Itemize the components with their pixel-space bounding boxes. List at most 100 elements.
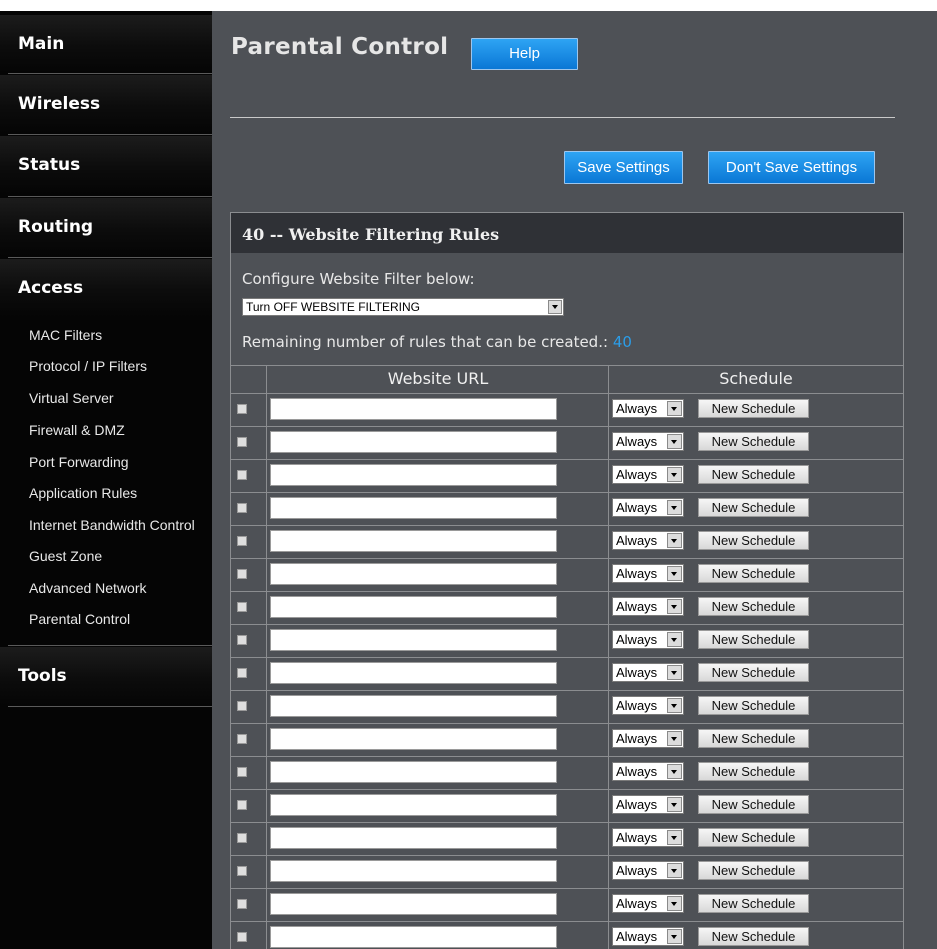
schedule-select[interactable]: Always bbox=[612, 399, 684, 418]
website-url-input[interactable] bbox=[270, 431, 557, 453]
sidebar-section-main[interactable]: Main bbox=[0, 15, 212, 73]
schedule-select-value: Always bbox=[616, 929, 658, 944]
website-url-input[interactable] bbox=[270, 794, 557, 816]
new-schedule-button[interactable]: New Schedule bbox=[698, 465, 809, 484]
new-schedule-button[interactable]: New Schedule bbox=[698, 828, 809, 847]
chevron-down-icon bbox=[667, 863, 682, 878]
website-url-input[interactable] bbox=[270, 827, 557, 849]
sidebar-item-protocol-ip-filters[interactable]: Protocol / IP Filters bbox=[29, 358, 147, 374]
rule-enable-checkbox[interactable] bbox=[237, 866, 247, 876]
sidebar-item-internet-bandwidth-control[interactable]: Internet Bandwidth Control bbox=[29, 517, 195, 533]
schedule-select[interactable]: Always bbox=[612, 465, 684, 484]
website-url-input[interactable] bbox=[270, 629, 557, 651]
schedule-select[interactable]: Always bbox=[612, 564, 684, 583]
rule-enable-checkbox[interactable] bbox=[237, 833, 247, 843]
website-url-input[interactable] bbox=[270, 596, 557, 618]
chevron-down-icon bbox=[667, 830, 682, 845]
sidebar-section-tools[interactable]: Tools bbox=[0, 647, 212, 705]
schedule-select[interactable]: Always bbox=[612, 795, 684, 814]
website-filter-select[interactable]: Turn OFF WEBSITE FILTERING bbox=[242, 298, 564, 316]
rule-enable-checkbox[interactable] bbox=[237, 602, 247, 612]
sidebar-item-firewall-dmz[interactable]: Firewall & DMZ bbox=[29, 422, 125, 438]
new-schedule-button[interactable]: New Schedule bbox=[698, 663, 809, 682]
website-url-input[interactable] bbox=[270, 464, 557, 486]
rule-enable-checkbox[interactable] bbox=[237, 503, 247, 513]
website-url-input[interactable] bbox=[270, 893, 557, 915]
sidebar-section-wireless[interactable]: Wireless bbox=[0, 75, 212, 133]
sidebar-item-parental-control[interactable]: Parental Control bbox=[29, 611, 130, 627]
new-schedule-button[interactable]: New Schedule bbox=[698, 861, 809, 880]
sidebar-item-virtual-server[interactable]: Virtual Server bbox=[29, 390, 114, 406]
schedule-select[interactable]: Always bbox=[612, 597, 684, 616]
website-url-input[interactable] bbox=[270, 926, 557, 948]
rule-enable-checkbox[interactable] bbox=[237, 767, 247, 777]
new-schedule-button[interactable]: New Schedule bbox=[698, 894, 809, 913]
schedule-select[interactable]: Always bbox=[612, 696, 684, 715]
schedule-select[interactable]: Always bbox=[612, 663, 684, 682]
rule-enable-checkbox[interactable] bbox=[237, 635, 247, 645]
new-schedule-button[interactable]: New Schedule bbox=[698, 696, 809, 715]
schedule-select[interactable]: Always bbox=[612, 630, 684, 649]
website-url-input[interactable] bbox=[270, 563, 557, 585]
rule-enable-checkbox[interactable] bbox=[237, 569, 247, 579]
rule-enable-checkbox[interactable] bbox=[237, 536, 247, 546]
rule-row: Always New Schedule bbox=[231, 855, 903, 888]
chevron-down-icon bbox=[667, 896, 682, 911]
new-schedule-button[interactable]: New Schedule bbox=[698, 531, 809, 550]
rule-enable-checkbox[interactable] bbox=[237, 800, 247, 810]
new-schedule-button[interactable]: New Schedule bbox=[698, 597, 809, 616]
website-url-input[interactable] bbox=[270, 860, 557, 882]
rule-enable-checkbox[interactable] bbox=[237, 404, 247, 414]
schedule-select[interactable]: Always bbox=[612, 762, 684, 781]
website-url-input[interactable] bbox=[270, 497, 557, 519]
sidebar-item-application-rules[interactable]: Application Rules bbox=[29, 485, 137, 501]
rule-row: Always New Schedule bbox=[231, 657, 903, 690]
rule-enable-checkbox[interactable] bbox=[237, 668, 247, 678]
schedule-select[interactable]: Always bbox=[612, 927, 684, 946]
new-schedule-button[interactable]: New Schedule bbox=[698, 795, 809, 814]
sidebar-divider bbox=[8, 645, 212, 646]
rule-enable-checkbox[interactable] bbox=[237, 470, 247, 480]
new-schedule-button[interactable]: New Schedule bbox=[698, 729, 809, 748]
schedule-select[interactable]: Always bbox=[612, 894, 684, 913]
schedule-select[interactable]: Always bbox=[612, 531, 684, 550]
new-schedule-button[interactable]: New Schedule bbox=[698, 432, 809, 451]
sidebar-item-port-forwarding[interactable]: Port Forwarding bbox=[29, 454, 129, 470]
sidebar-item-advanced-network[interactable]: Advanced Network bbox=[29, 580, 147, 596]
sidebar-section-status[interactable]: Status bbox=[0, 136, 212, 194]
sidebar-item-mac-filters[interactable]: MAC Filters bbox=[29, 327, 102, 343]
sidebar-section-routing[interactable]: Routing bbox=[0, 198, 212, 256]
new-schedule-button[interactable]: New Schedule bbox=[698, 927, 809, 946]
website-filter-value: Turn OFF WEBSITE FILTERING bbox=[246, 300, 421, 314]
chevron-down-icon bbox=[667, 665, 682, 680]
rule-row: Always New Schedule bbox=[231, 723, 903, 756]
save-settings-button[interactable]: Save Settings bbox=[564, 151, 683, 184]
new-schedule-button[interactable]: New Schedule bbox=[698, 564, 809, 583]
website-url-input[interactable] bbox=[270, 398, 557, 420]
schedule-select[interactable]: Always bbox=[612, 861, 684, 880]
new-schedule-button[interactable]: New Schedule bbox=[698, 630, 809, 649]
panel-header: 40 -- Website Filtering Rules bbox=[231, 213, 903, 253]
website-url-input[interactable] bbox=[270, 695, 557, 717]
schedule-select[interactable]: Always bbox=[612, 432, 684, 451]
new-schedule-button[interactable]: New Schedule bbox=[698, 498, 809, 517]
new-schedule-button[interactable]: New Schedule bbox=[698, 762, 809, 781]
rule-enable-checkbox[interactable] bbox=[237, 437, 247, 447]
website-url-input[interactable] bbox=[270, 530, 557, 552]
schedule-select[interactable]: Always bbox=[612, 828, 684, 847]
website-url-input[interactable] bbox=[270, 662, 557, 684]
rule-enable-checkbox[interactable] bbox=[237, 701, 247, 711]
rule-enable-checkbox[interactable] bbox=[237, 932, 247, 942]
chevron-down-icon bbox=[667, 566, 682, 581]
sidebar-item-guest-zone[interactable]: Guest Zone bbox=[29, 548, 102, 564]
schedule-select[interactable]: Always bbox=[612, 498, 684, 517]
rule-enable-checkbox[interactable] bbox=[237, 734, 247, 744]
dont-save-settings-button[interactable]: Don't Save Settings bbox=[708, 151, 875, 184]
sidebar-section-access[interactable]: Access bbox=[0, 259, 212, 317]
help-button[interactable]: Help bbox=[471, 38, 578, 70]
rule-enable-checkbox[interactable] bbox=[237, 899, 247, 909]
new-schedule-button[interactable]: New Schedule bbox=[698, 399, 809, 418]
website-url-input[interactable] bbox=[270, 728, 557, 750]
schedule-select[interactable]: Always bbox=[612, 729, 684, 748]
website-url-input[interactable] bbox=[270, 761, 557, 783]
